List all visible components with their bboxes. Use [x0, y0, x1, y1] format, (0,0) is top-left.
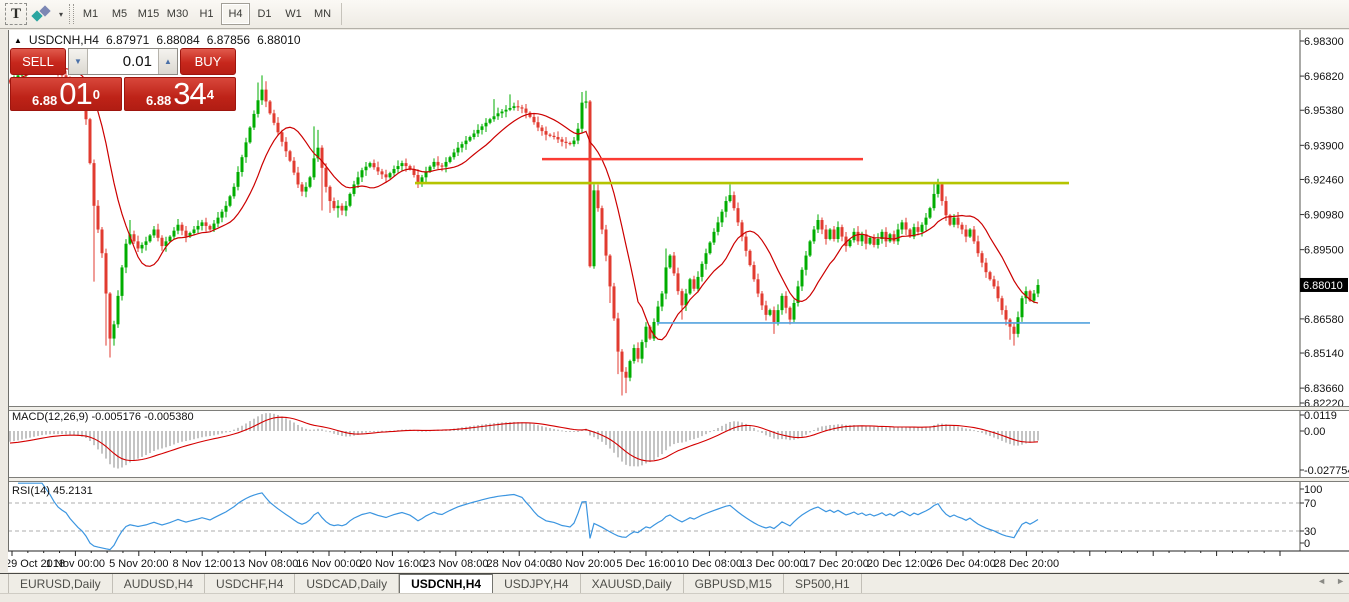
tab-scroll-arrows: ◄ ►	[1317, 576, 1345, 586]
toolbar-separator	[341, 3, 342, 25]
macd-pane-splitter[interactable]	[8, 406, 1349, 411]
price-axis-label: 6.96820	[1304, 71, 1344, 83]
timeframe-button-h1[interactable]: H1	[192, 3, 221, 25]
time-axis-label: 28 Dec 20:00	[994, 558, 1059, 570]
price-axis-label: 6.83660	[1304, 383, 1344, 395]
macd-axis-label: 0.0119	[1304, 410, 1337, 422]
price-axis-label: 6.93900	[1304, 140, 1344, 152]
time-axis-label: 16 Nov 00:00	[296, 558, 361, 570]
price-chart-canvas[interactable]: 6.98300 6.96820 6.95380 6.93900 6.92460 6.909…	[8, 30, 1349, 572]
timeframe-button-w1[interactable]: W1	[279, 3, 308, 25]
timeframe-button-m5[interactable]: M5	[105, 3, 134, 25]
rsi-pane-splitter[interactable]	[8, 477, 1349, 482]
rsi-axis-label: 100	[1304, 484, 1322, 496]
objects-tool-icon[interactable]	[30, 3, 56, 25]
chart-tab-audusd-h4[interactable]: AUDUSD,H4	[113, 574, 205, 593]
volume-decrease-button[interactable]: ▼	[69, 49, 88, 74]
timeframe-button-mn[interactable]: MN	[308, 3, 337, 25]
time-axis-label: 5 Dec 16:00	[616, 558, 675, 570]
chart-tab-usdcad-daily[interactable]: USDCAD,Daily	[295, 574, 399, 593]
chart-tab-gbpusd-m15[interactable]: GBPUSD,M15	[684, 574, 784, 593]
volume-input[interactable]: 0.01	[88, 49, 158, 74]
collapse-triangle-icon[interactable]: ▲	[14, 36, 22, 45]
ohlc-close: 6.88010	[257, 33, 300, 47]
sell-price-pip: 0	[93, 82, 100, 108]
price-axis-label: 6.95380	[1304, 105, 1344, 117]
time-axis-label: 30 Nov 20:00	[550, 558, 615, 570]
price-axis-label: 6.98300	[1304, 36, 1344, 48]
top-toolbar: T ▾ M1M5M15M30H1H4D1W1MN	[0, 0, 1349, 29]
rsi-axis-label: 0	[1304, 538, 1310, 550]
macd-axis-label: 0.00	[1304, 426, 1325, 438]
timeframe-button-h4[interactable]: H4	[221, 3, 250, 25]
sell-price-prefix: 6.88	[32, 93, 57, 108]
sell-price-display[interactable]: 6.88 01 0	[10, 77, 122, 111]
chart-tab-xauusd-daily[interactable]: XAUUSD,Daily	[581, 574, 684, 593]
buy-price-digits: 34	[173, 80, 205, 108]
tab-scroll-right-icon[interactable]: ►	[1336, 576, 1345, 586]
chart-left-frame	[8, 30, 9, 551]
time-axis-label: 28 Nov 04:00	[486, 558, 551, 570]
price-axis-label: 6.89500	[1304, 245, 1344, 257]
text-tool-button[interactable]: T	[5, 3, 27, 25]
volume-increase-button[interactable]: ▲	[158, 49, 177, 74]
timeframe-button-m15[interactable]: M15	[134, 3, 163, 25]
macd-caption: MACD(12,26,9) -0.005176 -0.005380	[12, 411, 194, 423]
time-axis-label: 23 Nov 08:00	[423, 558, 488, 570]
tab-scroll-left-icon[interactable]: ◄	[1317, 576, 1326, 586]
toolbar-grip[interactable]	[69, 4, 74, 24]
ohlc-open: 6.87971	[106, 33, 149, 47]
one-click-trading-panel: SELL ▼ 0.01 ▲ BUY 6.88 01 0 6.88 34 4	[10, 48, 236, 111]
ohlc-high: 6.88084	[156, 33, 199, 47]
timeframe-button-m30[interactable]: M30	[163, 3, 192, 25]
ohlc-low: 6.87856	[207, 33, 250, 47]
price-axis-label: 6.92460	[1304, 174, 1344, 186]
price-axis-label: 6.86580	[1304, 314, 1344, 326]
price-axis-label: 6.90980	[1304, 210, 1344, 222]
time-axis-label: 20 Dec 12:00	[867, 558, 932, 570]
timeframe-buttons: M1M5M15M30H1H4D1W1MN	[76, 3, 337, 25]
chart-tab-usdcnh-h4[interactable]: USDCNH,H4	[399, 574, 493, 593]
price-axis-label: 6.85140	[1304, 348, 1344, 360]
volume-stepper: ▼ 0.01 ▲	[68, 48, 178, 75]
timeframe-button-m1[interactable]: M1	[76, 3, 105, 25]
buy-price-prefix: 6.88	[146, 93, 171, 108]
rsi-axis-label: 30	[1304, 526, 1316, 538]
time-axis-label: 8 Nov 12:00	[173, 558, 232, 570]
time-axis-label: 26 Dec 04:00	[930, 558, 995, 570]
buy-button[interactable]: BUY	[180, 48, 236, 75]
sell-price-digits: 01	[59, 80, 91, 108]
chart-symbol: USDCNH,H4	[29, 33, 99, 47]
timeframe-button-d1[interactable]: D1	[250, 3, 279, 25]
current-price-tag: 6.88010	[1303, 280, 1343, 292]
time-axis-label: 1 Nov 00:00	[46, 558, 105, 570]
chart-tab-usdjpy-h4[interactable]: USDJPY,H4	[493, 574, 580, 593]
rsi-axis-label: 70	[1304, 498, 1316, 510]
rsi-caption: RSI(14) 45.2131	[12, 485, 93, 497]
chart-tab-bar: EURUSD,DailyAUDUSD,H4USDCHF,H4USDCAD,Dai…	[0, 573, 1349, 593]
chart-tab-sp500-h1[interactable]: SP500,H1	[784, 574, 862, 593]
chart-window[interactable]: 6.98300 6.96820 6.95380 6.93900 6.92460 6.909…	[8, 30, 1349, 572]
chart-symbol-header: ▲ USDCNH,H4 6.87971 6.88084 6.87856 6.88…	[14, 33, 301, 47]
objects-dropdown-caret[interactable]: ▾	[56, 3, 66, 25]
chart-tab-usdchf-h4[interactable]: USDCHF,H4	[205, 574, 295, 593]
time-axis-label: 5 Nov 20:00	[109, 558, 168, 570]
time-axis-label: 13 Nov 08:00	[233, 558, 298, 570]
chart-tab-eurusd-daily[interactable]: EURUSD,Daily	[8, 574, 113, 593]
time-axis-label: 10 Dec 08:00	[677, 558, 742, 570]
time-axis-label: 20 Nov 16:00	[360, 558, 425, 570]
macd-axis-label: -0.027754	[1304, 465, 1349, 477]
sell-button[interactable]: SELL	[10, 48, 66, 75]
time-axis-label: 17 Dec 20:00	[803, 558, 868, 570]
buy-price-pip: 4	[207, 82, 214, 108]
buy-price-display[interactable]: 6.88 34 4	[124, 77, 236, 111]
time-axis-label: 13 Dec 00:00	[740, 558, 805, 570]
